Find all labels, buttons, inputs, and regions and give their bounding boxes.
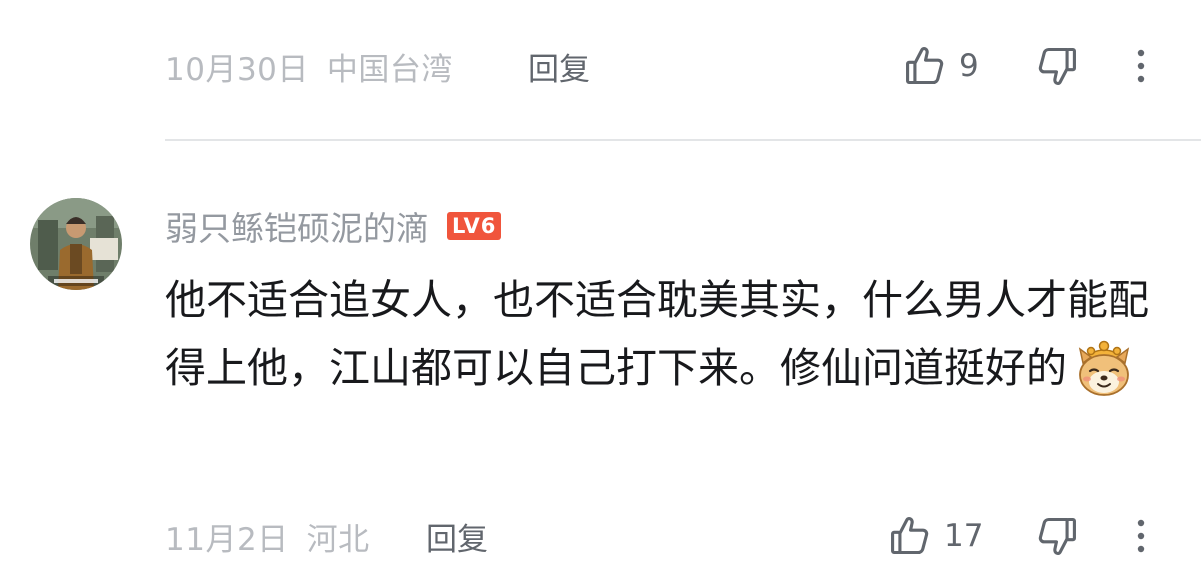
comment-1-action-bar: 10月30日 中国台湾 回复 9 — [0, 26, 1201, 106]
comment-1-meta: 10月30日 中国台湾 — [165, 26, 453, 106]
comment-2-location: 河北 — [306, 521, 370, 558]
comment-1-more-button[interactable] — [1126, 26, 1156, 106]
thumbs-down-icon — [1038, 517, 1076, 556]
thumbs-up-icon — [906, 46, 944, 85]
comment-1-like-count: 9 — [959, 48, 979, 84]
comment-2-like-count: 17 — [944, 518, 984, 554]
comment-1-location: 中国台湾 — [326, 51, 453, 88]
comment-1-dislike-button[interactable] — [1035, 26, 1079, 106]
comment-2-more-button[interactable] — [1126, 496, 1156, 576]
username[interactable]: 弱只鲧铠硕泥的滴 — [165, 202, 429, 250]
comment-2-dislike-button[interactable] — [1035, 496, 1079, 576]
level-badge: LV6 — [447, 212, 502, 240]
thumbs-down-icon — [1038, 47, 1076, 86]
reply-label: 回复 — [528, 51, 590, 88]
more-vertical-icon — [1137, 49, 1145, 83]
comment-1-like-button[interactable]: 9 — [903, 26, 979, 106]
comment-2-reply-button[interactable]: 回复 — [426, 496, 488, 576]
comment-1-date: 10月30日 — [165, 51, 309, 88]
more-vertical-icon — [1137, 519, 1145, 553]
reply-label: 回复 — [426, 521, 488, 558]
comment-2-header: 弱只鲧铠硕泥的滴 LV6 — [165, 202, 502, 250]
comment-2-meta: 11月2日 河北 — [165, 496, 370, 576]
comment-divider — [165, 139, 1201, 141]
comment-text: 他不适合追女人，也不适合耽美其实，什么男人才能配得上他，江山都可以自己打下来。修… — [165, 276, 1149, 392]
comment-2-action-bar: 11月2日 河北 回复 17 — [0, 496, 1201, 576]
comment-2-date: 11月2日 — [165, 521, 289, 558]
avatar[interactable] — [30, 198, 122, 290]
doge-emoji-icon — [1078, 340, 1130, 396]
comment-2-like-button[interactable]: 17 — [888, 496, 983, 576]
comment-1-reply-button[interactable]: 回复 — [528, 26, 590, 106]
comment-2-content: 他不适合追女人，也不适合耽美其实，什么男人才能配得上他，江山都可以自己打下来。修… — [165, 266, 1165, 402]
thumbs-up-icon — [891, 516, 929, 555]
avatar-image — [30, 198, 122, 290]
